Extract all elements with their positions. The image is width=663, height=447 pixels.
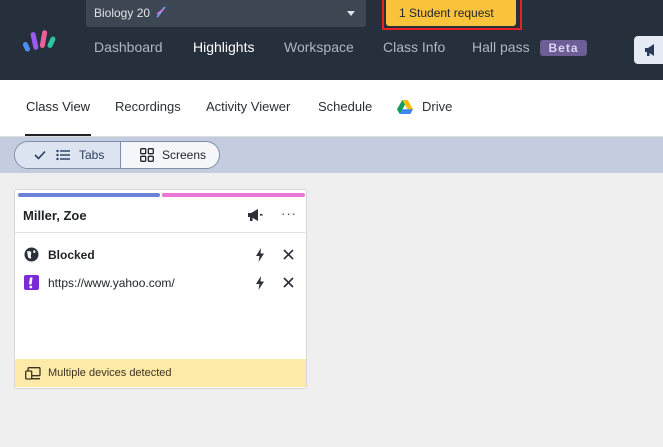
announce-button[interactable]	[634, 36, 663, 64]
class-subnav: Class View Recordings Activity Viewer Sc…	[0, 80, 663, 137]
tab-schedule[interactable]: Schedule	[318, 99, 372, 114]
megaphone-icon[interactable]	[247, 208, 263, 222]
class-selector-dropdown[interactable]: Biology 20	[86, 0, 366, 27]
close-icon[interactable]	[283, 249, 294, 260]
grid-icon	[140, 148, 154, 162]
yahoo-icon	[24, 275, 39, 290]
card-divider	[15, 232, 306, 233]
device-bar-primary	[18, 193, 160, 197]
tab-recordings[interactable]: Recordings	[115, 99, 181, 114]
student-name[interactable]: Miller, Zoe	[23, 208, 87, 223]
nav-hall-pass[interactable]: Hall pass	[472, 39, 530, 55]
tab-class-view[interactable]: Class View	[26, 99, 90, 114]
multiple-devices-warning: Multiple devices detected	[15, 359, 306, 387]
google-drive-icon	[397, 100, 413, 114]
globe-icon	[24, 247, 39, 262]
nav-dashboard[interactable]: Dashboard	[94, 39, 163, 55]
tab-activity-viewer[interactable]: Activity Viewer	[206, 99, 290, 114]
check-icon	[34, 150, 46, 160]
megaphone-icon	[645, 44, 654, 56]
list-icon	[56, 149, 70, 161]
tabs-toggle-button[interactable]: Tabs	[15, 142, 121, 168]
lightning-icon[interactable]	[255, 248, 265, 262]
blocked-label: Blocked	[48, 248, 95, 262]
student-card[interactable]: Miller, Zoe ··· Blocked https://www.yaho…	[14, 189, 307, 389]
close-icon[interactable]	[283, 277, 294, 288]
view-toolbar: Tabs Screens	[0, 137, 663, 173]
lightning-icon[interactable]	[255, 276, 265, 290]
screens-toggle-button[interactable]: Screens	[122, 142, 219, 168]
view-toggle: Tabs Screens	[14, 141, 220, 169]
dna-icon	[156, 6, 166, 18]
nav-workspace[interactable]: Workspace	[284, 39, 354, 55]
active-tab-indicator	[25, 134, 91, 136]
tabs-toggle-label: Tabs	[79, 148, 105, 162]
beta-badge: Beta	[540, 40, 587, 56]
more-options-icon[interactable]: ···	[281, 206, 297, 221]
tab-drive[interactable]: Drive	[422, 99, 452, 114]
app-logo-icon[interactable]	[22, 28, 64, 54]
class-selector-value: Biology 20	[94, 6, 167, 20]
chevron-down-icon	[347, 11, 355, 16]
top-navigation-bar: Biology 20 1 Student request Dashboard H…	[0, 0, 663, 80]
tab-url[interactable]: https://www.yahoo.com/	[48, 276, 175, 290]
device-bar-secondary	[162, 193, 305, 197]
nav-highlights[interactable]: Highlights	[193, 39, 254, 55]
warning-text: Multiple devices detected	[48, 367, 172, 379]
nav-class-info[interactable]: Class Info	[383, 39, 445, 55]
student-request-button[interactable]: 1 Student request	[386, 0, 516, 26]
screens-toggle-label: Screens	[162, 148, 207, 162]
student-request-highlight: 1 Student request	[382, 0, 522, 30]
devices-icon	[25, 367, 41, 380]
